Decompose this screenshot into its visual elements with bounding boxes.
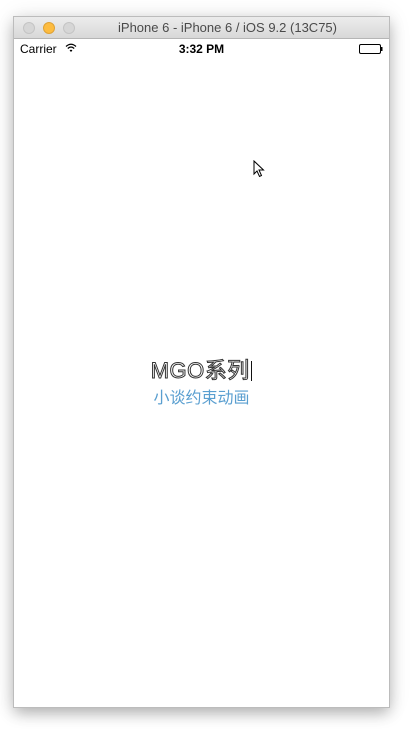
minimize-button[interactable] <box>43 22 55 34</box>
close-button[interactable] <box>23 22 35 34</box>
desktop: iPhone 6 - iPhone 6 / iOS 9.2 (13C75) Ca… <box>0 0 410 734</box>
title-text: MGO系列 <box>150 358 250 384</box>
window-titlebar[interactable]: iPhone 6 - iPhone 6 / iOS 9.2 (13C75) <box>14 17 389 39</box>
status-bar: Carrier 3:32 PM <box>14 39 389 59</box>
iphone-screen[interactable]: Carrier 3:32 PM MGO系列 小谈约束动画 <box>14 39 389 707</box>
subtitle-link[interactable]: 小谈约束动画 <box>14 387 389 411</box>
page-title: MGO系列 <box>14 357 389 385</box>
window-title: iPhone 6 - iPhone 6 / iOS 9.2 (13C75) <box>118 20 337 35</box>
content-area: MGO系列 小谈约束动画 <box>14 357 389 411</box>
simulator-window: iPhone 6 - iPhone 6 / iOS 9.2 (13C75) Ca… <box>14 17 389 707</box>
text-caret <box>250 361 253 381</box>
status-time: 3:32 PM <box>178 42 225 56</box>
battery-icon <box>359 44 383 54</box>
mouse-cursor-icon <box>253 160 265 178</box>
